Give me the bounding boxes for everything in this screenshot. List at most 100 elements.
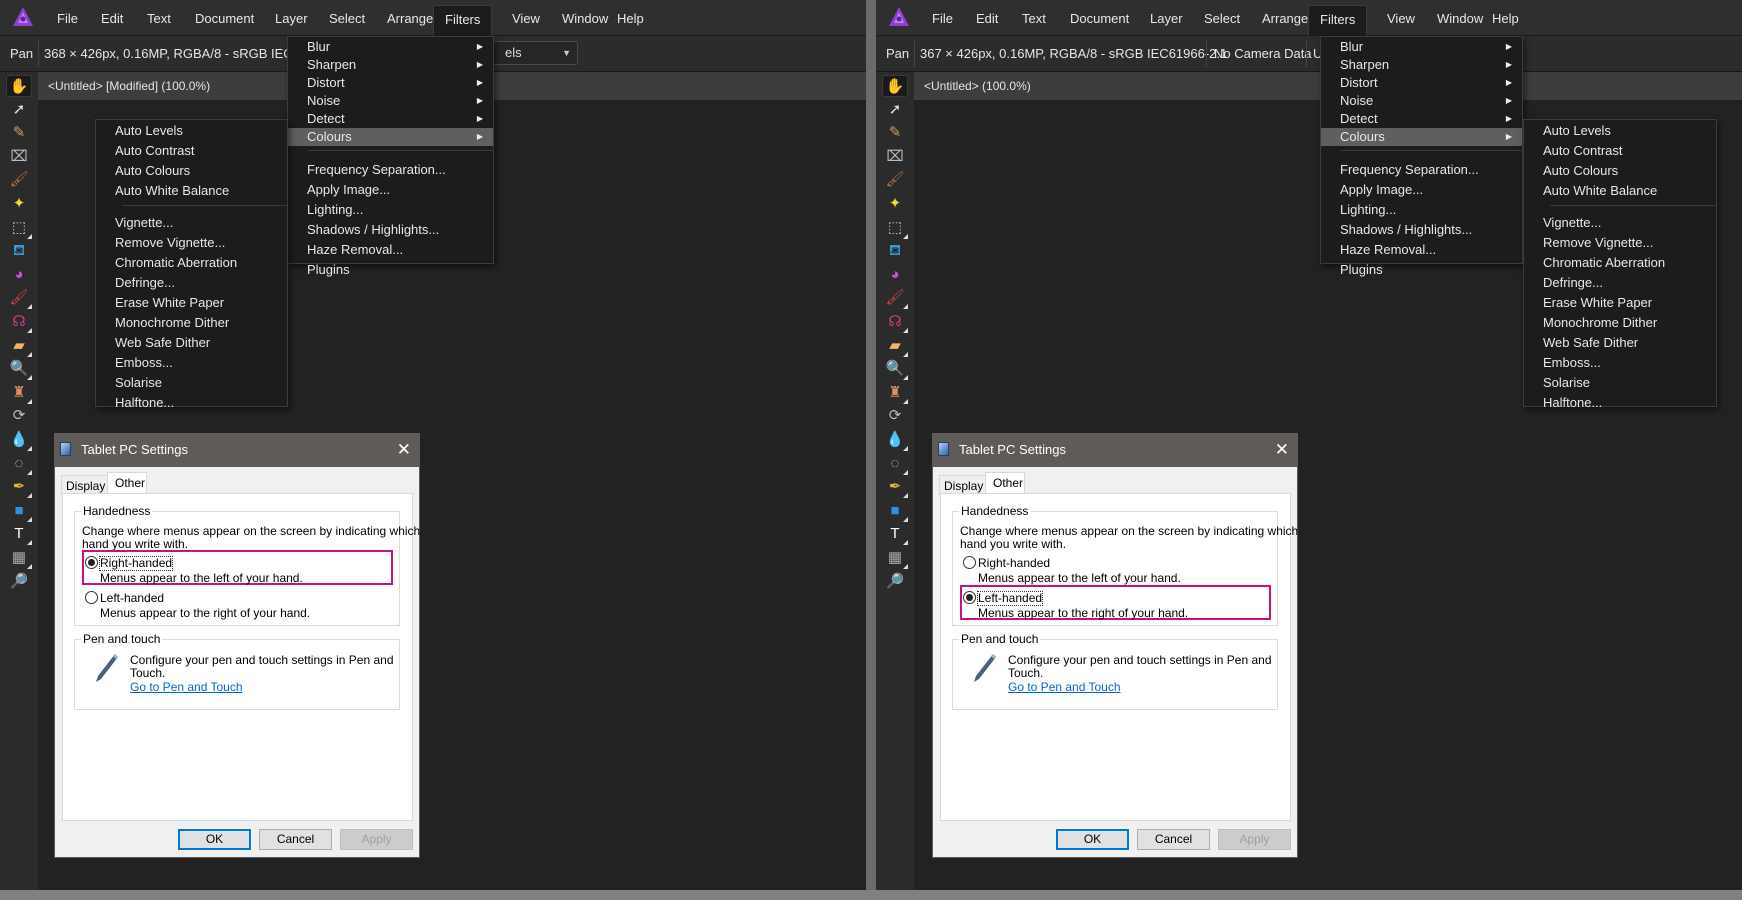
close-icon[interactable]: ✕ bbox=[397, 434, 411, 465]
selection-brush-tool-icon[interactable]: 🖌 bbox=[882, 169, 908, 191]
zoom-tool-icon[interactable]: 🔎 bbox=[882, 571, 908, 593]
menu-item-web-safe-dither[interactable]: Web Safe Dither bbox=[1524, 333, 1716, 353]
menu-item-detect[interactable]: Detect ▶ bbox=[1321, 110, 1522, 128]
marquee-tool-icon[interactable]: ⬚ bbox=[6, 217, 32, 239]
apply-button[interactable]: Apply bbox=[1218, 829, 1291, 850]
inpainting-tool-icon[interactable]: ◌ bbox=[882, 453, 908, 475]
patch-tool-icon[interactable]: ⟳ bbox=[882, 405, 908, 427]
menu-item-chromatic-aberration[interactable]: Chromatic Aberration bbox=[1524, 253, 1716, 273]
menu-item-solarise[interactable]: Solarise bbox=[1524, 373, 1716, 393]
move-tool-icon[interactable]: ➚ bbox=[6, 99, 32, 121]
pen-tool-icon[interactable]: ✒ bbox=[882, 476, 908, 499]
right-handed-radio[interactable] bbox=[963, 556, 976, 569]
colour-picker-tool-icon[interactable]: ◕ bbox=[882, 264, 908, 286]
right-handed-label[interactable]: Right-handed bbox=[978, 557, 1050, 570]
tab-other[interactable]: Other bbox=[985, 472, 1025, 495]
menu-item-shadows-highlights[interactable]: Shadows / Highlights... bbox=[1321, 220, 1522, 240]
menu-edit[interactable]: Edit bbox=[965, 5, 1009, 36]
menu-item-apply-image[interactable]: Apply Image... bbox=[288, 180, 493, 200]
menu-item-distort[interactable]: Distort ▶ bbox=[1321, 74, 1522, 92]
pen-tool-icon[interactable]: ✒ bbox=[6, 476, 32, 499]
magic-wand-tool-icon[interactable]: ✦ bbox=[6, 193, 32, 215]
menu-item-erase-white-paper[interactable]: Erase White Paper bbox=[1524, 293, 1716, 313]
menu-item-colours[interactable]: Colours ▶ bbox=[1321, 128, 1522, 146]
menu-item-auto-contrast[interactable]: Auto Contrast bbox=[1524, 141, 1716, 161]
crop-tool-icon[interactable]: ⌧ bbox=[882, 146, 908, 168]
menu-item-emboss[interactable]: Emboss... bbox=[96, 353, 287, 373]
context-dropdown[interactable]: els ▼ bbox=[486, 41, 578, 65]
menu-layer[interactable]: Layer bbox=[1139, 5, 1194, 36]
left-handed-label[interactable]: Left-handed bbox=[976, 591, 1044, 606]
menu-item-colours[interactable]: Colours ▶ bbox=[288, 128, 493, 146]
dialog-title-bar[interactable]: Tablet PC Settings ✕ bbox=[933, 434, 1297, 467]
menu-item-web-safe-dither[interactable]: Web Safe Dither bbox=[96, 333, 287, 353]
menu-item-vignette[interactable]: Vignette... bbox=[1524, 213, 1716, 233]
menu-file[interactable]: File bbox=[921, 5, 964, 36]
eraser-tool-icon[interactable]: ▰ bbox=[882, 335, 908, 357]
rectangle-shape-tool-icon[interactable]: ■ bbox=[882, 500, 908, 522]
smudge-tool-icon[interactable]: ☊ bbox=[882, 311, 908, 333]
menu-item-auto-colours[interactable]: Auto Colours bbox=[1524, 161, 1716, 181]
clone-stamp-tool-icon[interactable]: ♜ bbox=[6, 382, 32, 404]
menu-document[interactable]: Document bbox=[184, 5, 265, 36]
menu-text[interactable]: Text bbox=[1011, 5, 1057, 36]
menu-item-blur[interactable]: Blur ▶ bbox=[288, 38, 493, 56]
hand-pan-tool-icon[interactable]: ✋ bbox=[882, 75, 908, 97]
menu-layer[interactable]: Layer bbox=[264, 5, 319, 36]
apply-button[interactable]: Apply bbox=[340, 829, 413, 850]
blur-tool-icon[interactable]: 💧 bbox=[6, 429, 32, 451]
patch-tool-icon[interactable]: ⟳ bbox=[6, 405, 32, 427]
menu-item-halftone[interactable]: Halftone... bbox=[1524, 393, 1716, 413]
right-handed-label[interactable]: Right-handed bbox=[98, 556, 174, 571]
clone-stamp-tool-icon[interactable]: ♜ bbox=[882, 382, 908, 404]
right-handed-radio[interactable] bbox=[85, 556, 98, 569]
close-icon[interactable]: ✕ bbox=[1275, 434, 1289, 465]
menu-item-monochrome-dither[interactable]: Monochrome Dither bbox=[1524, 313, 1716, 333]
eraser-tool-icon[interactable]: ▰ bbox=[6, 335, 32, 357]
menu-view[interactable]: View bbox=[501, 5, 551, 36]
mesh-warp-tool-icon[interactable]: ▦ bbox=[882, 547, 908, 569]
menu-item-monochrome-dither[interactable]: Monochrome Dither bbox=[96, 313, 287, 333]
menu-document[interactable]: Document bbox=[1059, 5, 1140, 36]
menu-item-auto-levels[interactable]: Auto Levels bbox=[1524, 121, 1716, 141]
menu-item-defringe[interactable]: Defringe... bbox=[1524, 273, 1716, 293]
mesh-warp-tool-icon[interactable]: ▦ bbox=[6, 547, 32, 569]
menu-item-noise[interactable]: Noise ▶ bbox=[1321, 92, 1522, 110]
tab-display[interactable]: Display bbox=[61, 475, 111, 495]
menu-item-auto-levels[interactable]: Auto Levels bbox=[96, 121, 287, 141]
menu-filters[interactable]: Filters bbox=[1308, 5, 1368, 36]
eyedropper-tool-icon[interactable]: ✎ bbox=[6, 122, 32, 144]
menu-item-apply-image[interactable]: Apply Image... bbox=[1321, 180, 1522, 200]
flood-fill-tool-icon[interactable]: ⛾ bbox=[6, 240, 32, 262]
tab-display[interactable]: Display bbox=[939, 475, 989, 495]
artistic-text-tool-icon[interactable]: T bbox=[882, 523, 908, 546]
inpainting-tool-icon[interactable]: ◌ bbox=[6, 453, 32, 475]
cancel-button[interactable]: Cancel bbox=[1137, 829, 1210, 850]
left-handed-radio[interactable] bbox=[963, 591, 976, 604]
ok-button[interactable]: OK bbox=[1056, 829, 1129, 850]
menu-item-auto-contrast[interactable]: Auto Contrast bbox=[96, 141, 287, 161]
menu-item-solarise[interactable]: Solarise bbox=[96, 373, 287, 393]
menu-file[interactable]: File bbox=[46, 5, 89, 36]
menu-item-halftone[interactable]: Halftone... bbox=[96, 393, 287, 413]
menu-edit[interactable]: Edit bbox=[90, 5, 134, 36]
dialog-title-bar[interactable]: Tablet PC Settings ✕ bbox=[55, 434, 419, 467]
menu-item-emboss[interactable]: Emboss... bbox=[1524, 353, 1716, 373]
menu-item-auto-white-balance[interactable]: Auto White Balance bbox=[96, 181, 287, 201]
menu-item-chromatic-aberration[interactable]: Chromatic Aberration bbox=[96, 253, 287, 273]
menu-item-haze-removal[interactable]: Haze Removal... bbox=[288, 240, 493, 260]
artistic-text-tool-icon[interactable]: T bbox=[6, 523, 32, 546]
menu-item-sharpen[interactable]: Sharpen ▶ bbox=[288, 56, 493, 74]
menu-item-sharpen[interactable]: Sharpen ▶ bbox=[1321, 56, 1522, 74]
cancel-button[interactable]: Cancel bbox=[259, 829, 332, 850]
marquee-tool-icon[interactable]: ⬚ bbox=[882, 217, 908, 239]
menu-item-auto-white-balance[interactable]: Auto White Balance bbox=[1524, 181, 1716, 201]
paint-brush-tool-icon[interactable]: 🖌 bbox=[882, 287, 908, 310]
menu-help[interactable]: Help bbox=[1481, 5, 1530, 36]
colour-picker-tool-icon[interactable]: ◕ bbox=[6, 264, 32, 286]
menu-item-shadows-highlights[interactable]: Shadows / Highlights... bbox=[288, 220, 493, 240]
menu-filters[interactable]: Filters bbox=[433, 5, 493, 36]
menu-item-plugins[interactable]: Plugins bbox=[1321, 260, 1522, 280]
smudge-tool-icon[interactable]: ☊ bbox=[6, 311, 32, 333]
menu-item-frequency-separation[interactable]: Frequency Separation... bbox=[1321, 160, 1522, 180]
